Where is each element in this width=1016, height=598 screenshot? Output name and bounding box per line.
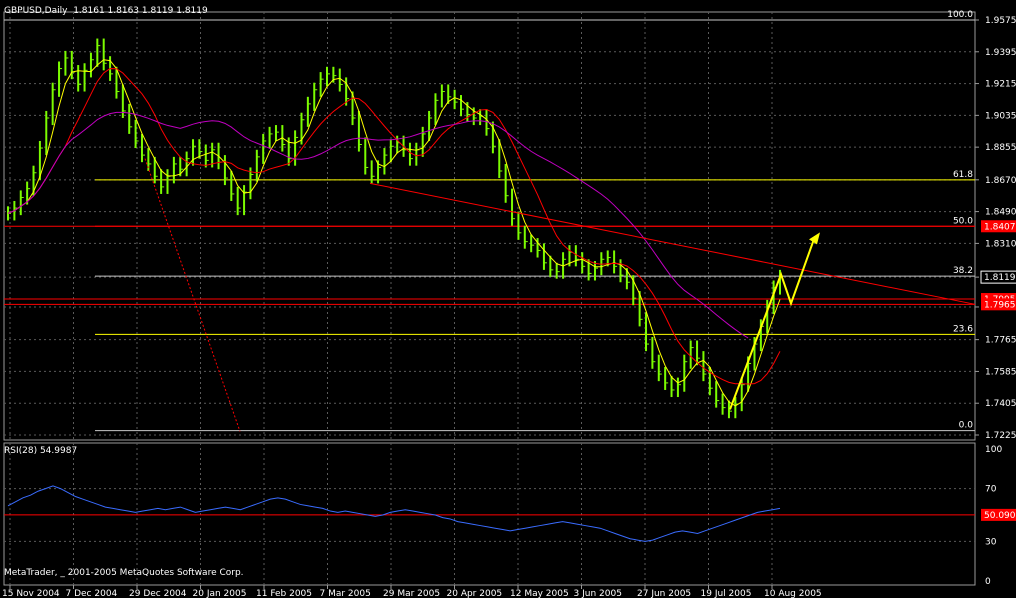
price-y-tick-label: 1.8310: [985, 239, 1016, 249]
rsi-level-label: 50.0908: [984, 511, 1016, 521]
chart-canvas[interactable]: 1.9575 1.9395 1.9215 1.9035 1.8855 1.8670 1.84…: [0, 0, 1016, 598]
price-y-tick-label: 1.9395: [985, 48, 1016, 58]
price-y-tick-label: 1.9575: [985, 16, 1016, 26]
rsi-y-tick-label: 30: [985, 537, 997, 547]
fib-level-label: 0.0: [959, 421, 974, 431]
rsi-line: [7, 485, 781, 542]
projection-arrow-head: [809, 232, 820, 245]
x-axis-tick-label: 20 Jan 2005: [193, 589, 247, 598]
rsi-y-tick-label: 100: [985, 445, 1002, 455]
fib-level-label: 38.2: [953, 266, 973, 276]
x-axis-tick-label: 7 Dec 2004: [66, 589, 118, 598]
copyright-text: MetaTrader, _ 2001-2005 MetaQuotes Softw…: [4, 568, 244, 578]
symbol-name: GBPUSD,Daily: [4, 6, 68, 16]
price-y-tick-label: 1.7225: [985, 431, 1016, 441]
price-y-tick-label: 1.8855: [985, 143, 1016, 153]
current-price-label: 1.8119: [984, 273, 1016, 283]
x-axis-tick-label: 10 Aug 2005: [764, 589, 822, 598]
rsi-y-tick-label: 0: [985, 577, 991, 587]
rsi-panel-frame: [3, 442, 976, 586]
price-y-tick-label: 1.9215: [985, 80, 1016, 90]
fib-level-label: 23.6: [953, 324, 973, 334]
channel-line: [144, 158, 241, 432]
x-axis-tick-label: 12 May 2005: [510, 589, 569, 598]
symbol-title: GBPUSD,Daily 1.8161 1.8163 1.8119 1.8119: [4, 6, 208, 16]
x-axis-tick-label: 15 Nov 2004: [2, 589, 60, 598]
price-y-tick-label: 1.8490: [985, 208, 1016, 218]
price-y-tick-label: 1.8670: [985, 176, 1016, 186]
rsi-title: RSI(28) 54.9987: [4, 446, 78, 456]
fib-level-label: 50.0: [953, 216, 973, 226]
x-axis-tick-label: 27 Jun 2005: [637, 589, 691, 598]
x-axis-tick-label: 7 Mar 2005: [320, 589, 371, 598]
price-tag-label: 1.7965: [984, 300, 1016, 310]
x-axis-tick-label: 19 Jul 2005: [701, 589, 752, 598]
price-y-tick-label: 1.7405: [985, 399, 1016, 409]
price-y-tick-label: 1.7585: [985, 367, 1016, 377]
fib-level-label: 61.8: [953, 170, 973, 180]
chart-window: 1.9575 1.9395 1.9215 1.9035 1.8855 1.8670 1.84…: [0, 0, 1016, 598]
price-y-tick-label: 1.7765: [985, 336, 1016, 346]
fib-level-label: 100.0: [947, 10, 973, 20]
x-axis-tick-label: 11 Feb 2005: [256, 589, 312, 598]
x-axis-tick-label: 29 Dec 2004: [129, 589, 187, 598]
x-axis-tick-label: 3 Jun 2005: [574, 589, 622, 598]
price-tag-label: 1.8407: [984, 222, 1016, 232]
rsi-y-tick-label: 70: [985, 485, 997, 495]
price-y-tick-label: 1.9035: [985, 111, 1016, 121]
ohlc-values: 1.8161 1.8163 1.8119 1.8119: [73, 6, 208, 16]
x-axis-tick-label: 20 Apr 2005: [447, 589, 503, 598]
x-axis-tick-label: 29 Mar 2005: [383, 589, 440, 598]
